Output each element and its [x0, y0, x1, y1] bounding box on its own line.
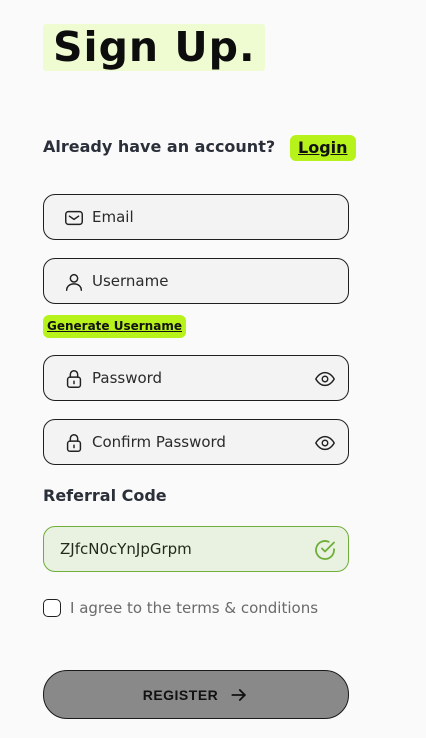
- page-title: Sign Up.: [43, 24, 265, 71]
- register-button[interactable]: REGISTER: [43, 670, 349, 719]
- terms-label: I agree to the terms & conditions: [70, 599, 319, 617]
- lock-icon: [63, 368, 85, 390]
- lock-icon: [63, 432, 85, 454]
- password-field[interactable]: [43, 355, 349, 401]
- login-prompt-text: Already have an account?: [43, 137, 276, 156]
- check-circle-icon: [313, 538, 337, 562]
- confirm-password-input[interactable]: [92, 420, 302, 464]
- confirm-password-field[interactable]: [43, 419, 349, 465]
- show-password-icon[interactable]: [314, 368, 336, 390]
- register-button-label: REGISTER: [142, 686, 219, 703]
- username-input[interactable]: [92, 259, 302, 303]
- login-link[interactable]: Login: [290, 135, 356, 161]
- user-icon: [63, 271, 85, 293]
- show-confirm-password-icon[interactable]: [314, 432, 336, 454]
- terms-checkbox[interactable]: [43, 599, 61, 617]
- email-field[interactable]: [43, 194, 349, 240]
- referral-code-label: Referral Code: [43, 486, 167, 505]
- username-field[interactable]: [43, 258, 349, 304]
- password-input[interactable]: [92, 356, 302, 400]
- email-input[interactable]: [92, 195, 302, 239]
- arrow-right-icon: [229, 685, 249, 705]
- referral-code-input[interactable]: [60, 527, 300, 571]
- referral-code-field[interactable]: [43, 526, 349, 572]
- terms-checkbox-row[interactable]: I agree to the terms & conditions: [43, 599, 318, 617]
- generate-username-link[interactable]: Generate Username: [43, 315, 186, 338]
- mail-icon: [63, 207, 85, 229]
